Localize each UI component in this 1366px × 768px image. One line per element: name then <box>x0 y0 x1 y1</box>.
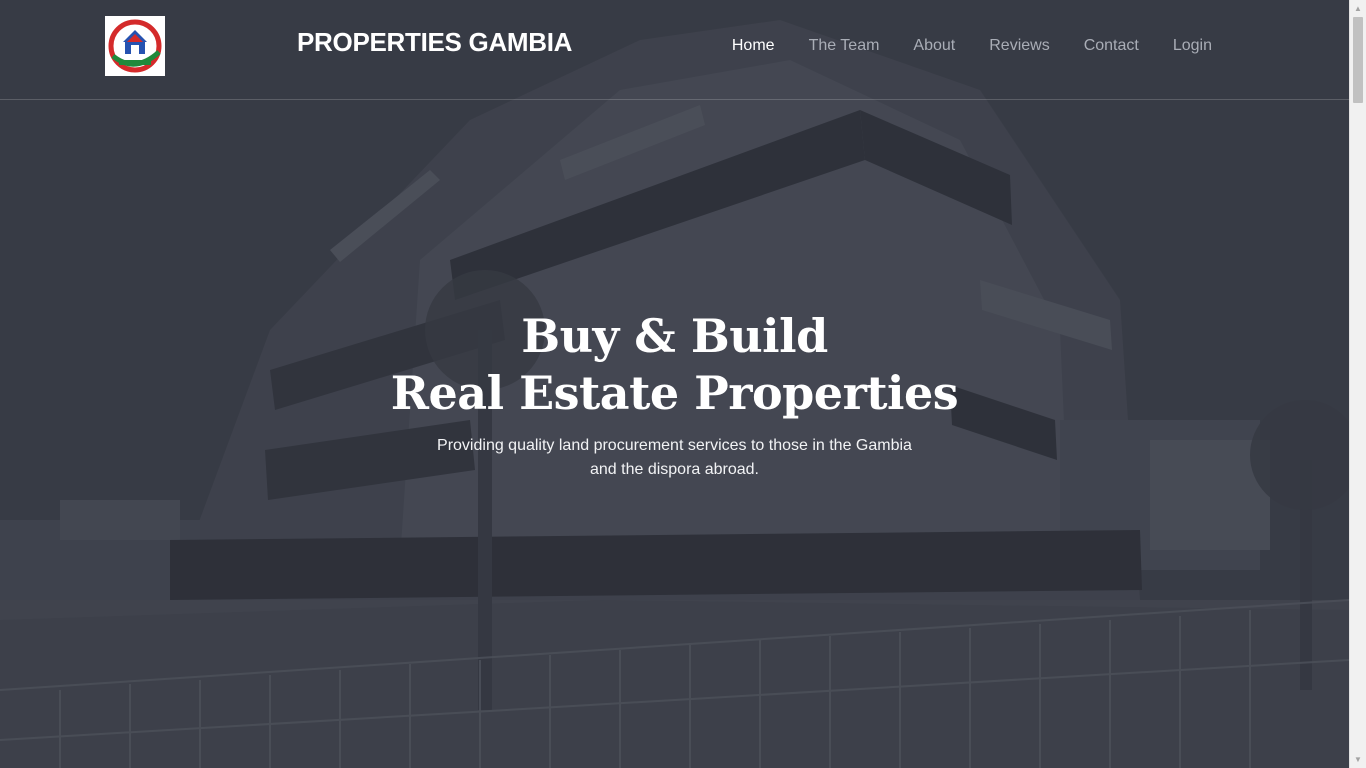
hero-content: Buy & Build Real Estate Properties Provi… <box>0 308 1349 482</box>
nav-login[interactable]: Login <box>1156 36 1229 56</box>
logo-emblem-icon <box>105 16 165 76</box>
main-nav: Home The Team About Reviews Contact Logi… <box>715 36 1229 56</box>
hero-subtitle: Providing quality land procurement servi… <box>437 437 912 478</box>
site-header: PROPERTIES GAMBIA Home The Team About Re… <box>0 0 1349 100</box>
logo[interactable] <box>105 16 165 76</box>
hero-title-line1: Buy & Build <box>521 309 828 363</box>
nav-about[interactable]: About <box>896 36 972 56</box>
nav-contact[interactable]: Contact <box>1067 36 1156 56</box>
nav-reviews[interactable]: Reviews <box>972 36 1066 56</box>
hero-title-line2: Real Estate Properties <box>390 366 959 420</box>
brand-title[interactable]: PROPERTIES GAMBIA <box>297 27 572 58</box>
scroll-down-arrow-icon[interactable]: ▼ <box>1350 751 1366 768</box>
hero-title: Buy & Build Real Estate Properties <box>0 308 1349 422</box>
scroll-up-arrow-icon[interactable]: ▲ <box>1350 0 1366 17</box>
nav-the-team[interactable]: The Team <box>792 36 897 56</box>
nav-home[interactable]: Home <box>715 36 792 56</box>
page: PROPERTIES GAMBIA Home The Team About Re… <box>0 0 1366 768</box>
scrollbar-thumb[interactable] <box>1353 17 1363 103</box>
page-scrollbar[interactable]: ▲ ▼ <box>1349 0 1366 768</box>
